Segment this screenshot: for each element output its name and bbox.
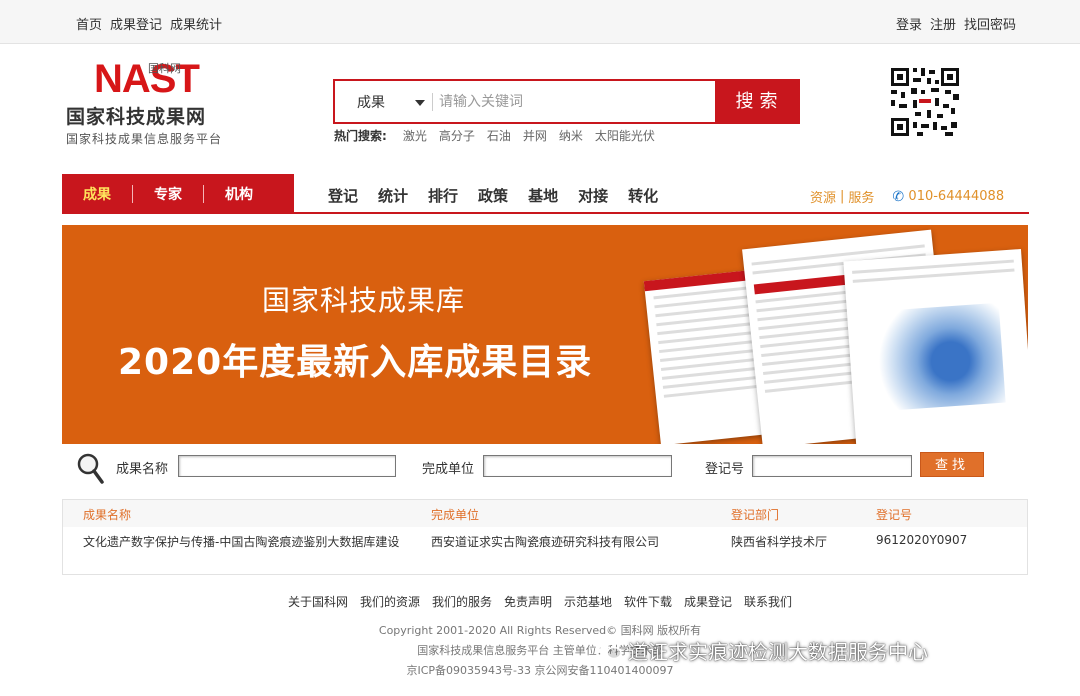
logo-title: 国家科技成果网 [66, 106, 207, 128]
nav-right-separator: | [840, 189, 845, 204]
nav-link-base[interactable]: 基地 [528, 185, 558, 206]
nav-link-statistics[interactable]: 统计 [378, 185, 408, 206]
nav-link-ranking[interactable]: 排行 [428, 185, 458, 206]
search-box: 成果 搜索 [333, 79, 800, 124]
search-input[interactable] [439, 90, 709, 114]
top-nav-right: 登录 注册 找回密码 [896, 14, 1016, 33]
result-name-link[interactable]: 文化遗产数字保护与传播-中国古陶瓷痕迹鉴别大数据库建设 [83, 533, 399, 550]
category-tabs: 成果 专家 机构 [62, 174, 294, 214]
nav-link-policy[interactable]: 政策 [478, 185, 508, 206]
search-divider [432, 93, 433, 111]
hot-term[interactable]: 激光 [403, 127, 427, 144]
signup-link[interactable]: 注册 [930, 14, 956, 33]
nav-right: 资源 | 服务 ✆ 010-64444088 [810, 187, 1004, 206]
banner-title: 国家科技成果库 [262, 284, 466, 317]
top-link-home[interactable]: 首页 [76, 14, 102, 33]
unit-label: 完成单位 [422, 462, 475, 477]
phone-icon: ✆ [892, 188, 905, 205]
search-button[interactable]: 搜索 [715, 81, 798, 122]
forgot-password-link[interactable]: 找回密码 [964, 14, 1016, 33]
column-header-department: 登记部门 [731, 508, 780, 522]
footer-link-about[interactable]: 关于国科网 [288, 593, 348, 610]
name-label: 成果名称 [116, 462, 169, 477]
hot-term[interactable]: 纳米 [559, 127, 583, 144]
tab-institutions[interactable]: 机构 [204, 184, 274, 204]
name-input[interactable] [178, 455, 396, 477]
search-category-select[interactable]: 成果 [357, 92, 385, 112]
footer-link-download[interactable]: 软件下载 [624, 593, 672, 610]
logo-subtitle: 国家科技成果信息服务平台 [66, 132, 223, 146]
main-nav: 成果 专家 机构 登记 统计 排行 政策 基地 对接 转化 资源 | 服务 ✆ … [62, 174, 1029, 214]
tab-experts[interactable]: 专家 [133, 184, 203, 204]
hot-term[interactable]: 石油 [487, 127, 511, 144]
top-bar: 首页 成果登记 成果统计 登录 注册 找回密码 [0, 0, 1080, 44]
registration-number-label: 登记号 [705, 462, 745, 477]
advanced-search-row: 成果名称 完成单位 登记号 查找 [62, 446, 1028, 486]
hot-term[interactable]: 太阳能光伏 [595, 127, 655, 144]
footer-link-demo-base[interactable]: 示范基地 [564, 593, 612, 610]
nav-links: 登记 统计 排行 政策 基地 对接 转化 [328, 185, 658, 206]
phone-number: 010-64444088 [908, 189, 1005, 204]
result-unit: 西安道证求实古陶瓷痕迹研究科技有限公司 [431, 535, 660, 549]
results-header: 成果名称 完成单位 登记部门 登记号 [63, 500, 1027, 527]
footer-link-resources[interactable]: 我们的资源 [360, 593, 420, 610]
result-reg-number: 9612020Y0907 [876, 533, 968, 547]
hot-search-label: 热门搜索: [334, 129, 387, 143]
wechat-watermark: 道证求实痕迹检测大数据服务中心 [598, 636, 928, 665]
site-logo[interactable]: NAST 国科网 国家科技成果网 国家科技成果信息服务平台 [64, 58, 230, 148]
banner-map-image [843, 249, 1028, 444]
footer-link-register[interactable]: 成果登记 [684, 593, 732, 610]
chevron-down-icon[interactable] [415, 100, 425, 106]
hot-term[interactable]: 并网 [523, 127, 547, 144]
top-link-statistics[interactable]: 成果统计 [170, 14, 222, 33]
footer-link-services[interactable]: 我们的服务 [432, 593, 492, 610]
hot-term[interactable]: 高分子 [439, 127, 475, 144]
nav-link-transfer[interactable]: 转化 [628, 185, 658, 206]
registration-number-input[interactable] [752, 455, 912, 477]
result-department: 陕西省科学技术厅 [731, 535, 828, 549]
logo-small-text: 国科网 [148, 62, 181, 75]
logo-nast-text: NAST [94, 57, 200, 101]
resources-link[interactable]: 资源 [810, 187, 836, 206]
nav-link-register[interactable]: 登记 [328, 185, 358, 206]
column-header-reg-number: 登记号 [876, 508, 913, 522]
qr-code-icon [889, 66, 961, 138]
promo-banner[interactable]: 国家科技成果库 2020年度最新入库成果目录 [62, 225, 1028, 444]
top-link-register-achievement[interactable]: 成果登记 [110, 14, 162, 33]
unit-input[interactable] [483, 455, 672, 477]
column-header-unit: 完成单位 [431, 508, 480, 522]
banner-headline: 2020年度最新入库成果目录 [118, 342, 593, 383]
login-link[interactable]: 登录 [896, 14, 922, 33]
hot-searches: 热门搜索: 激光 高分子 石油 并网 纳米 太阳能光伏 [334, 127, 655, 144]
top-nav-left: 首页 成果登记 成果统计 [76, 14, 222, 33]
search-icon [77, 453, 104, 484]
china-map-icon [868, 302, 1006, 412]
wechat-icon [598, 641, 622, 659]
tab-achievements[interactable]: 成果 [62, 184, 132, 204]
watermark-text: 道证求实痕迹检测大数据服务中心 [628, 640, 928, 664]
results-table: 成果名称 完成单位 登记部门 登记号 文化遗产数字保护与传播-中国古陶瓷痕迹鉴别… [62, 499, 1028, 575]
footer-link-disclaimer[interactable]: 免责声明 [504, 593, 552, 610]
find-button[interactable]: 查找 [920, 452, 984, 477]
column-header-name: 成果名称 [83, 508, 132, 522]
services-link[interactable]: 服务 [848, 187, 874, 206]
footer-link-contact[interactable]: 联系我们 [744, 593, 792, 610]
nav-link-matching[interactable]: 对接 [578, 185, 608, 206]
footer-links: 关于国科网 我们的资源 我们的服务 免责声明 示范基地 软件下载 成果登记 联系… [0, 593, 1080, 610]
